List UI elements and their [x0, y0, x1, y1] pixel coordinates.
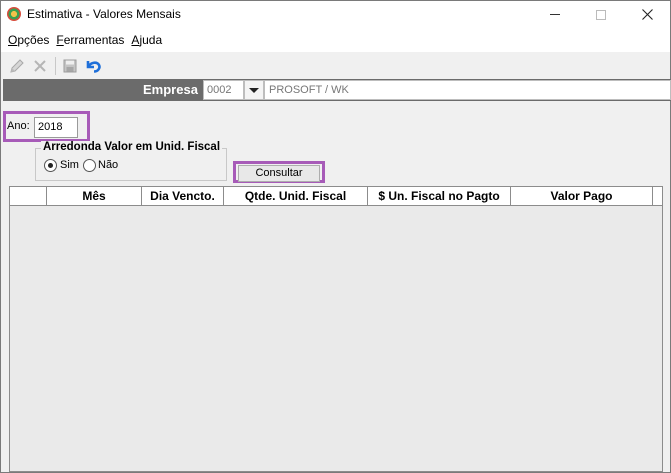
menu-ferramentas[interactable]: Ferramentas: [56, 33, 124, 47]
menu-ajuda-label: juda: [139, 33, 163, 47]
close-icon: [641, 9, 653, 20]
grid-header-filler: [653, 187, 662, 205]
maximize-icon: [596, 9, 606, 20]
empresa-label: Empresa: [143, 82, 198, 97]
results-grid[interactable]: Mês Dia Vencto. Qtde. Unid. Fiscal $ Un.…: [9, 186, 663, 472]
empresa-bar: Empresa 0002 PROSOFT / WK: [3, 79, 671, 101]
radio-sim-label[interactable]: Sim: [60, 159, 79, 171]
menu-ajuda[interactable]: Ajuda: [131, 33, 162, 47]
arredonda-title: Arredonda Valor em Unid. Fiscal: [41, 141, 223, 153]
consultar-button[interactable]: Consultar: [238, 165, 320, 182]
grid-row-indicator-header: [10, 187, 47, 205]
menu-ferramentas-accel: F: [56, 33, 64, 47]
empresa-dropdown-button[interactable]: [244, 80, 264, 100]
column-header-qtde-unid-fiscal[interactable]: Qtde. Unid. Fiscal: [224, 187, 368, 205]
column-header-valor-pago[interactable]: Valor Pago: [511, 187, 653, 205]
radio-selected-dot: [48, 163, 53, 168]
menu-opcoes-label: pções: [17, 33, 50, 47]
undo-button[interactable]: [83, 56, 103, 76]
window-title: Estimativa - Valores Mensais: [27, 7, 181, 21]
column-header-un-fiscal-pagto[interactable]: $ Un. Fiscal no Pagto: [368, 187, 511, 205]
column-header-mes[interactable]: Mês: [47, 187, 142, 205]
menu-opcoes[interactable]: Opções: [8, 33, 49, 47]
menu-bar: Opções Ferramentas Ajuda: [1, 28, 670, 52]
empresa-code-field[interactable]: 0002: [203, 80, 244, 100]
column-header-dia-vencto[interactable]: Dia Vencto.: [142, 187, 224, 205]
ano-input[interactable]: 2018: [34, 117, 78, 138]
minimize-button[interactable]: [532, 1, 578, 28]
grid-header: Mês Dia Vencto. Qtde. Unid. Fiscal $ Un.…: [10, 187, 662, 206]
app-icon: [7, 7, 21, 21]
toolbar: [1, 52, 670, 79]
radio-nao[interactable]: [83, 159, 96, 172]
maximize-button[interactable]: [578, 1, 624, 28]
edit-icon: [10, 58, 24, 73]
undo-icon: [86, 60, 101, 73]
radio-sim[interactable]: [44, 159, 57, 172]
main-window: Estimativa - Valores Mensais Opções Ferr…: [0, 0, 671, 473]
chevron-down-icon: [249, 87, 259, 93]
save-icon: [63, 59, 77, 72]
delete-icon: [34, 59, 46, 72]
ano-label: Ano:: [7, 120, 30, 132]
close-button[interactable]: [624, 1, 670, 28]
title-bar: Estimativa - Valores Mensais: [1, 1, 670, 28]
empresa-name-field: PROSOFT / WK: [264, 80, 671, 100]
toolbar-separator: [55, 56, 56, 75]
radio-nao-label[interactable]: Não: [98, 159, 118, 171]
minimize-icon: [550, 14, 560, 15]
menu-ferramentas-label: erramentas: [63, 33, 125, 47]
edit-button[interactable]: [7, 56, 27, 76]
save-button[interactable]: [60, 56, 80, 76]
menu-opcoes-accel: O: [8, 33, 18, 47]
delete-button[interactable]: [30, 56, 50, 76]
